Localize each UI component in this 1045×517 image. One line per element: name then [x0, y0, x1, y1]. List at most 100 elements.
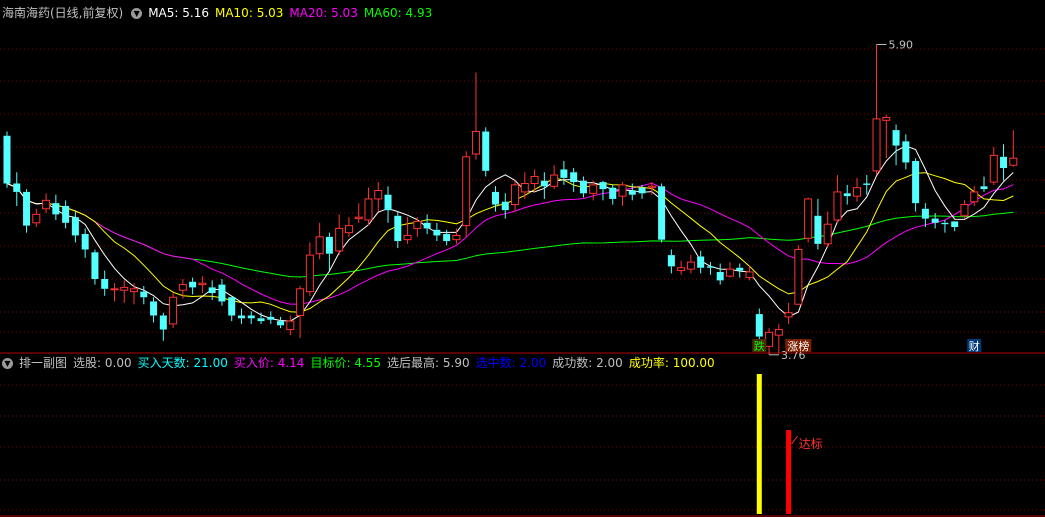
candle — [433, 222, 441, 242]
candle-body — [638, 187, 646, 194]
candle — [315, 222, 324, 260]
candle — [32, 208, 41, 228]
candle-body — [462, 156, 471, 227]
candle — [882, 114, 891, 159]
candle-body — [843, 193, 851, 197]
sub-chart-bars: 达标 — [756, 374, 823, 514]
signal-bar — [756, 374, 762, 514]
candle — [511, 180, 520, 212]
chevron-down-icon[interactable]: ▼ — [131, 7, 143, 19]
candle — [852, 177, 861, 202]
candle — [765, 328, 774, 355]
candle-body — [745, 271, 754, 279]
field-value: 21.00 — [193, 356, 228, 370]
candle-body — [208, 287, 216, 294]
candle — [335, 214, 344, 256]
candle — [413, 217, 422, 237]
candle-body — [589, 184, 598, 194]
candle-body — [394, 215, 402, 242]
candle — [658, 183, 666, 243]
candle — [706, 262, 714, 275]
candle-body — [433, 229, 441, 236]
candlestick-chart[interactable]: 5.903.76跌 涨榜财 达标 — [0, 0, 1045, 517]
candle-body — [413, 220, 422, 229]
field-label: 选股: — [73, 356, 102, 370]
candle-body — [374, 190, 383, 200]
candle — [697, 250, 705, 274]
candle — [1009, 130, 1018, 167]
candle — [960, 200, 969, 219]
candle-body — [697, 256, 705, 268]
candle — [3, 131, 11, 188]
ma5-label: MA5: — [148, 6, 179, 20]
candle-body — [872, 118, 881, 172]
reached-pointer — [791, 435, 798, 445]
candle-body — [520, 182, 529, 193]
candle — [1000, 144, 1008, 181]
candle — [140, 286, 148, 305]
field-value: 100.00 — [672, 356, 715, 370]
candle-body — [794, 248, 803, 305]
ma60-value: 4.93 — [405, 6, 433, 20]
candle-body — [247, 315, 255, 319]
candle — [618, 182, 627, 206]
candle — [13, 172, 21, 206]
candle-body — [110, 288, 119, 291]
candle — [667, 249, 675, 274]
candle-body — [218, 284, 226, 302]
candle — [150, 297, 158, 323]
ma5-line — [6, 145, 1014, 322]
candle-body — [628, 190, 636, 195]
candle-body — [384, 194, 392, 211]
candle-body — [492, 191, 499, 205]
candle-body — [970, 191, 979, 203]
candle — [42, 193, 51, 213]
chevron-down-icon[interactable]: ▼ — [2, 357, 13, 369]
candle-body — [452, 234, 461, 241]
candle-body — [305, 254, 314, 293]
candle — [716, 263, 724, 285]
candle-body — [471, 131, 480, 155]
stock-title[interactable]: 海南海药(日线,前复权) — [2, 5, 123, 21]
candle-body — [1000, 156, 1008, 169]
candle-body — [941, 222, 949, 225]
candle-body — [364, 198, 373, 221]
candle-body — [189, 281, 197, 288]
candle — [912, 158, 920, 212]
candle-body — [609, 187, 617, 199]
candle — [169, 293, 178, 329]
ma10-line — [6, 172, 1014, 313]
candle-body — [989, 154, 998, 183]
candle-body — [618, 184, 627, 197]
candle — [52, 194, 60, 220]
candle — [462, 151, 471, 237]
candle-body — [257, 318, 265, 322]
candle — [277, 316, 285, 329]
candle — [305, 242, 314, 296]
field-xuangu: 选股: 0.00 — [73, 355, 132, 371]
sub-chart-header: ▼ 排一副图 选股: 0.00 买入天数: 21.00 买入价: 4.14 目标… — [0, 355, 721, 371]
candle-body — [921, 208, 929, 219]
candle-body — [169, 296, 178, 325]
candle — [736, 263, 744, 278]
candle-body — [774, 329, 783, 336]
sub-chart-name[interactable]: 排一副图 — [19, 355, 67, 371]
candle — [247, 311, 255, 324]
candle — [599, 180, 607, 201]
stock-chart[interactable]: 5.90 3.76 跌涨榜财 达标 海南海药(日线,前复权) ▼ MA5: 5.16… — [0, 0, 1045, 517]
ma10-value: 5.03 — [256, 6, 284, 20]
candle — [686, 255, 695, 274]
candle-body — [882, 116, 891, 121]
candle-body — [52, 203, 60, 215]
field-value: 4.14 — [277, 356, 305, 370]
field-success-count: 成功数: 2.00 — [552, 355, 623, 371]
candle — [403, 217, 412, 244]
candle — [755, 308, 763, 344]
candle — [609, 184, 617, 205]
field-label: 选中数: — [475, 356, 516, 370]
candle — [120, 280, 129, 303]
candle-body — [81, 234, 89, 250]
candle-body — [902, 141, 910, 163]
candle-body — [178, 284, 187, 291]
candle — [540, 172, 548, 199]
